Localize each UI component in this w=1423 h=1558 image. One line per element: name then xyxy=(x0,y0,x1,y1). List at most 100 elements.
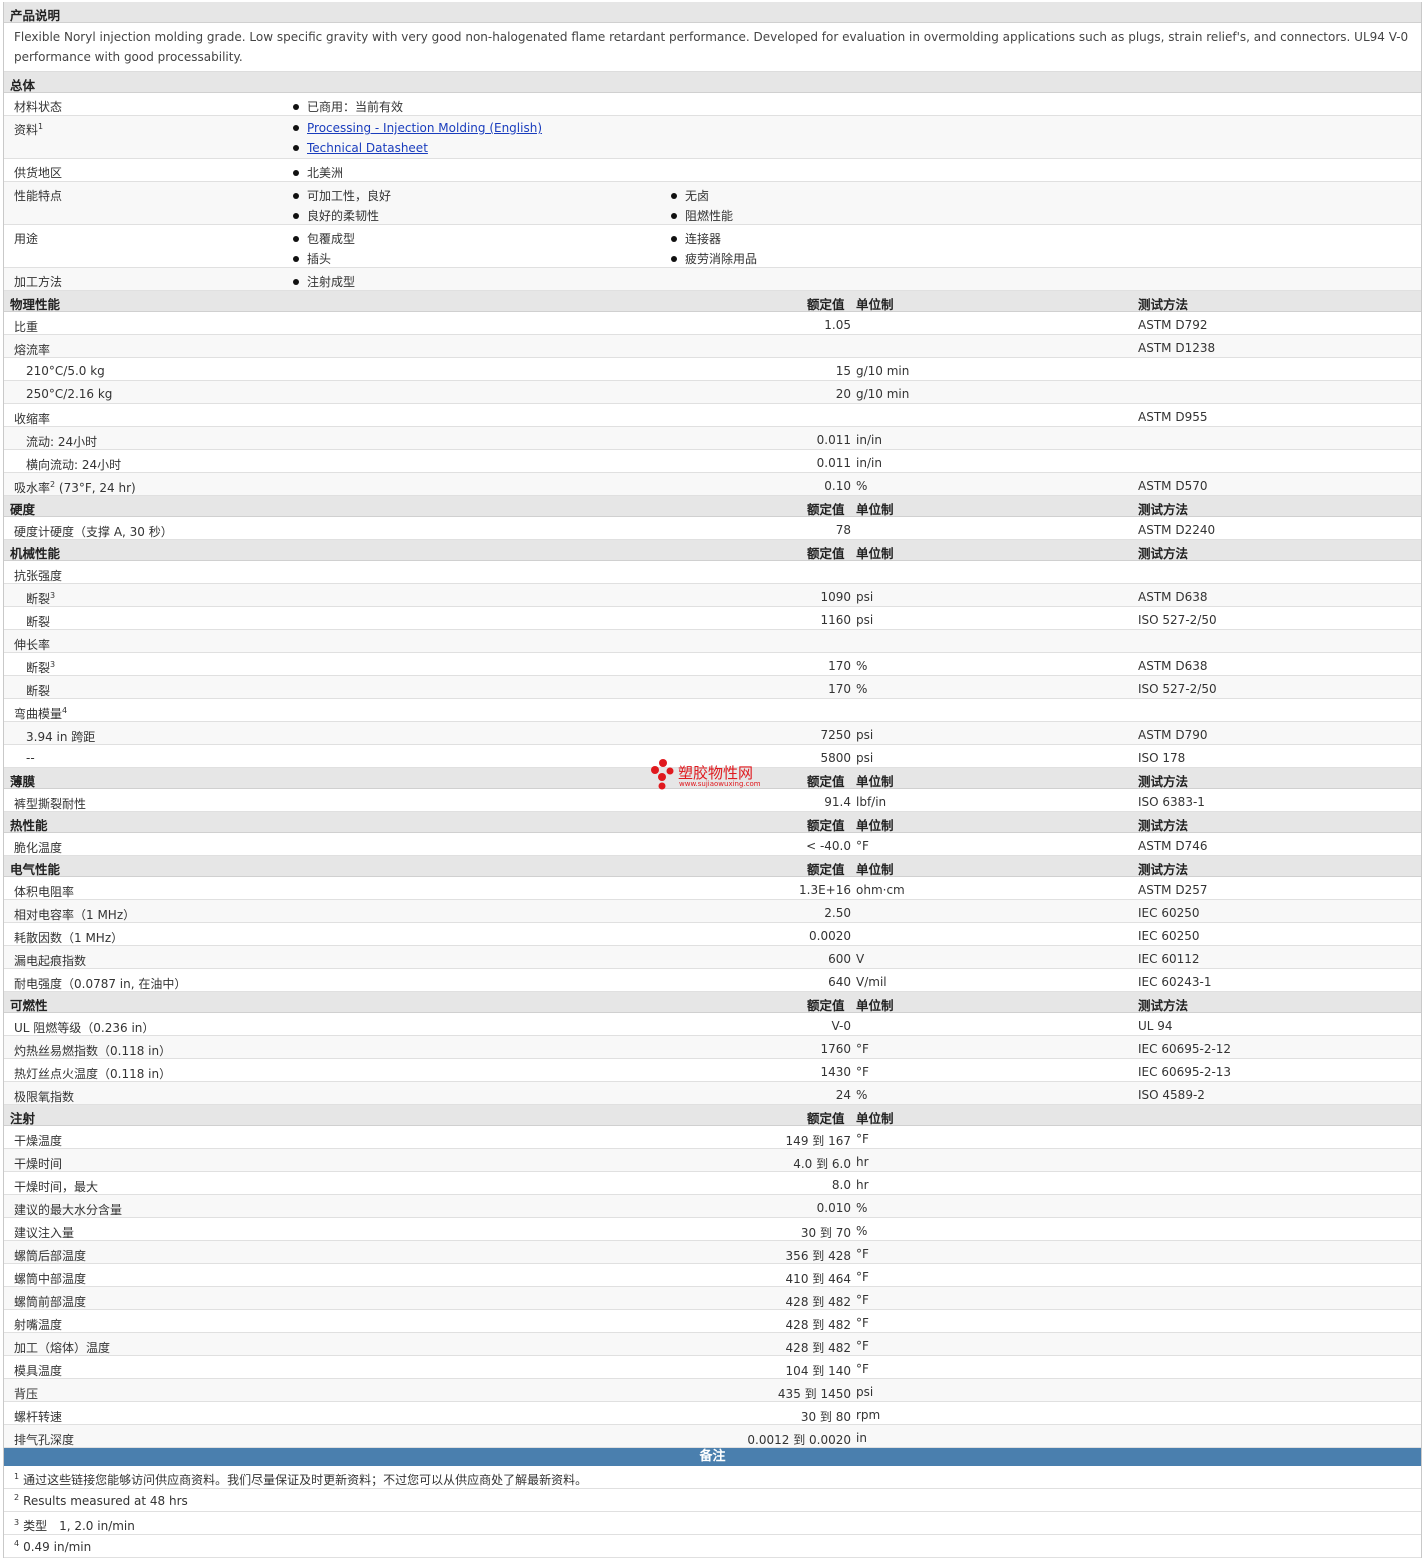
property-unit: % xyxy=(856,682,868,696)
column-header-unit: 单位制 xyxy=(856,297,894,312)
property-label-text: 流动: 24小时 xyxy=(26,435,98,449)
property-test-method: IEC 60243-1 xyxy=(1138,975,1212,989)
footnote-number: 3 xyxy=(14,1518,20,1527)
property-unit: psi xyxy=(856,1385,874,1399)
bullet-text: 疲劳消除用品 xyxy=(685,252,758,266)
property-label-text: 灼热丝易燃指数（0.118 in） xyxy=(14,1044,172,1058)
document-link[interactable]: Technical Datasheet xyxy=(307,141,428,155)
property-row: 脆化温度 < -40.0 °F ASTM D746 xyxy=(4,833,1421,856)
column-header-value: 额定值 xyxy=(807,998,845,1013)
property-label: 弯曲模量4 xyxy=(14,705,67,722)
document-link[interactable]: Processing - Injection Molding (English) xyxy=(307,121,542,135)
row-label: 加工方法 xyxy=(14,273,62,290)
column-header-value: 额定值 xyxy=(807,862,845,877)
bullet-item: 北美洲 xyxy=(293,164,343,181)
property-test-method: IEC 60250 xyxy=(1138,929,1200,943)
property-test-method: ASTM D638 xyxy=(1138,590,1208,604)
bullet-icon xyxy=(293,212,299,219)
property-value: 0.0020 xyxy=(809,929,851,943)
property-value: 0.011 xyxy=(816,433,851,447)
property-row: UL 阻燃等级（0.236 in） V-0 UL 94 xyxy=(4,1013,1421,1036)
property-test-method: ISO 6383-1 xyxy=(1138,795,1205,809)
property-row: 建议注入量 30 到 70% xyxy=(4,1218,1421,1241)
property-test-method: IEC 60250 xyxy=(1138,906,1200,920)
property-unit: rpm xyxy=(856,1408,881,1422)
property-label: 断裂3 xyxy=(26,659,55,676)
property-row: 螺筒后部温度 356 到 428 °F xyxy=(4,1241,1421,1264)
property-row: 吸水率2 (73°F, 24 hr) 0.10% ASTM D570 xyxy=(4,473,1421,496)
bullet-item[interactable]: Technical Datasheet xyxy=(293,141,428,155)
section-header: 可燃性 额定值 单位制 测试方法 xyxy=(4,992,1421,1013)
property-label: 建议注入量 xyxy=(14,1224,74,1241)
column-header-value: 额定值 xyxy=(807,1111,845,1126)
property-label: 螺筒后部温度 xyxy=(14,1247,86,1264)
property-row: 比重 1.05 ASTM D792 xyxy=(4,312,1421,335)
property-row: 210°C/5.0 kg 15 g/10 min xyxy=(4,358,1421,381)
property-row: 250°C/2.16 kg 20 g/10 min xyxy=(4,381,1421,404)
property-test-method: ISO 178 xyxy=(1138,751,1186,765)
property-row: 伸长率 xyxy=(4,630,1421,653)
row-label: 供货地区 xyxy=(14,164,62,181)
property-unit: °F xyxy=(856,1270,869,1284)
property-unit: °F xyxy=(856,1247,869,1261)
property-row: 3.94 in 跨距 7250 psi ASTM D790 xyxy=(4,722,1421,745)
property-value: 1160 xyxy=(820,613,851,627)
bullet-item[interactable]: Processing - Injection Molding (English) xyxy=(293,121,542,135)
property-label-text: 比重 xyxy=(14,320,39,334)
row-label-text: 加工方法 xyxy=(14,275,63,289)
bullet-item: 无卤 xyxy=(671,187,709,204)
property-unit: V/mil xyxy=(856,975,887,989)
property-row: 熔流率 ASTM D1238 xyxy=(4,335,1421,358)
bullet-item: 插头 xyxy=(293,250,331,267)
property-test-method: IEC 60112 xyxy=(1138,952,1200,966)
property-label: 体积电阻率 xyxy=(14,883,74,900)
property-label: 排气孔深度 xyxy=(14,1431,74,1448)
general-row: 供货地区 北美洲 xyxy=(4,159,1421,182)
general-row: 加工方法 注射成型 xyxy=(4,268,1421,291)
section-title: 机械性能 xyxy=(10,546,61,561)
property-test-method: ASTM D746 xyxy=(1138,839,1208,853)
section-header-general: 总体 xyxy=(4,72,1421,93)
bullet-text: 阻燃性能 xyxy=(685,209,734,223)
footnote-number: 4 xyxy=(14,1539,20,1548)
property-label-text: 螺筒前部温度 xyxy=(14,1295,87,1309)
column-header-test-method: 测试方法 xyxy=(1138,998,1189,1013)
row-label-text: 性能特点 xyxy=(14,189,63,203)
notes-header: 备注 xyxy=(4,1448,1421,1466)
watermark-logo-icon xyxy=(651,759,674,790)
section-header: 硬度 额定值 单位制 测试方法 xyxy=(4,496,1421,517)
property-row: 耐电强度（0.0787 in, 在油中） 640 V/mil IEC 60243-1 xyxy=(4,969,1421,992)
property-label-text: 硬度计硬度（支撑 A, 30 秒） xyxy=(14,525,173,539)
row-label-text: 资料 xyxy=(14,123,39,137)
footnote-ref: 3 xyxy=(50,660,56,669)
property-test-method: ISO 527-2/50 xyxy=(1138,613,1217,627)
property-row: 螺筒前部温度 428 到 482 °F xyxy=(4,1287,1421,1310)
property-label: 干燥温度 xyxy=(14,1132,62,1149)
property-row: 干燥时间，最大 8.0 hr xyxy=(4,1172,1421,1195)
property-unit: °F xyxy=(856,1065,869,1079)
bullet-icon xyxy=(293,103,299,110)
bullet-text: 已商用：当前有效 xyxy=(307,100,404,114)
property-unit: °F xyxy=(856,1316,869,1330)
column-header-unit: 单位制 xyxy=(856,862,894,877)
footnote: 4 0.49 in/min xyxy=(4,1535,1421,1558)
property-label-text: 模具温度 xyxy=(14,1364,63,1378)
section-header-description: 产品说明 xyxy=(4,2,1421,23)
bullet-icon xyxy=(671,192,677,199)
footnote-ref: 1 xyxy=(38,122,44,131)
column-header-unit: 单位制 xyxy=(856,502,894,517)
property-value: 0.011 xyxy=(816,456,851,470)
property-label-text: 断裂 xyxy=(26,661,51,675)
property-row: 射嘴温度 428 到 482 °F xyxy=(4,1310,1421,1333)
property-value: 2.50 xyxy=(824,906,851,920)
bullet-icon xyxy=(671,235,677,242)
property-value: 0.010 xyxy=(816,1201,851,1215)
property-row: 断裂 170% ISO 527-2/50 xyxy=(4,676,1421,699)
bullet-text: 无卤 xyxy=(685,189,710,203)
footnote-ref: 4 xyxy=(62,706,68,715)
property-value: 356 到 428 xyxy=(785,1249,851,1263)
property-unit: g/10 min xyxy=(856,387,910,401)
column-header-unit: 单位制 xyxy=(856,1111,894,1126)
property-label: 3.94 in 跨距 xyxy=(26,728,95,745)
property-label-text: 螺筒后部温度 xyxy=(14,1249,87,1263)
